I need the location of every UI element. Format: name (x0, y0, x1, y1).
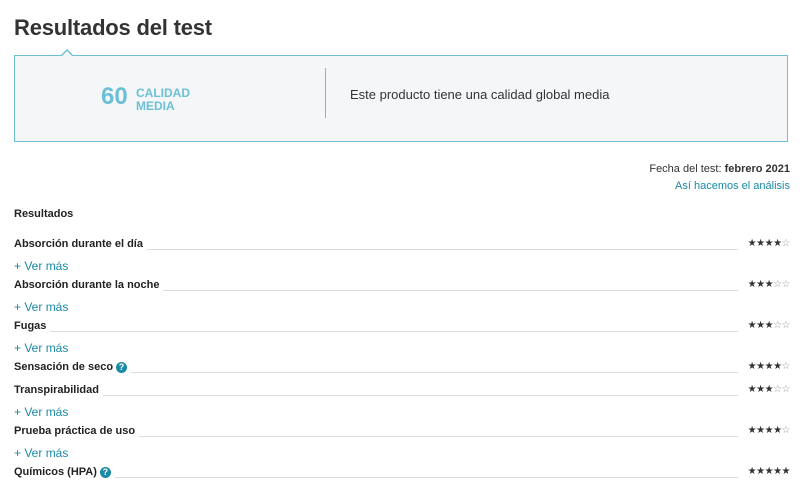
star-filled-icon: ★ (756, 238, 765, 249)
star-empty-icon: ☆ (781, 384, 791, 395)
star-filled-icon: ★ (773, 238, 782, 249)
star-filled-icon: ★ (747, 361, 757, 372)
page-title: Resultados del test (14, 15, 212, 40)
ver-mas-link[interactable]: + Ver más (14, 341, 68, 355)
result-row-rule (14, 477, 738, 478)
star-rating: ★★★☆☆ (747, 320, 791, 331)
result-row: Fugas ★★★☆☆ (14, 320, 791, 336)
star-filled-icon: ★ (764, 279, 774, 290)
star-filled-icon: ★ (747, 320, 757, 331)
ver-mas-link[interactable]: + Ver más (14, 300, 68, 314)
method-link[interactable]: Así hacemos el análisis (675, 180, 790, 192)
result-row: Transpirabilidad ★★★☆☆ (14, 384, 791, 400)
score-box: 60 CALIDAD MEDIA Este producto tiene una… (14, 49, 788, 142)
star-filled-icon: ★ (756, 320, 765, 331)
star-empty-icon: ☆ (773, 384, 782, 395)
test-date: Fecha del test: febrero 2021 (649, 163, 790, 175)
result-row-label: Prueba práctica de uso (14, 425, 140, 437)
result-label-text: Transpirabilidad (14, 384, 99, 396)
ver-mas-link[interactable]: + Ver más (14, 259, 68, 273)
result-row: Absorción durante el día ★★★★☆ (14, 238, 791, 254)
star-filled-icon: ★ (747, 425, 757, 436)
star-empty-icon: ☆ (781, 279, 791, 290)
score-label: CALIDAD MEDIA (136, 86, 190, 113)
result-label-text: Químicos (HPA) (14, 466, 97, 478)
score-divider (325, 68, 326, 118)
score-summary: Este producto tiene una calidad global m… (350, 87, 610, 102)
test-date-label: Fecha del test: (649, 163, 722, 175)
star-filled-icon: ★ (764, 320, 774, 331)
star-filled-icon: ★ (747, 279, 757, 290)
star-filled-icon: ★ (773, 361, 782, 372)
star-rating: ★★★★☆ (747, 238, 791, 249)
star-filled-icon: ★ (747, 238, 757, 249)
star-filled-icon: ★ (747, 384, 757, 395)
star-filled-icon: ★ (764, 466, 774, 477)
star-filled-icon: ★ (764, 361, 774, 372)
ver-mas-link[interactable]: + Ver más (14, 405, 68, 419)
star-filled-icon: ★ (756, 425, 765, 436)
results-heading: Resultados (14, 208, 74, 220)
result-label-text: Absorción durante la noche (14, 279, 160, 291)
result-row: Sensación de seco? ★★★★☆ (14, 361, 791, 377)
star-filled-icon: ★ (764, 425, 774, 436)
result-label-text: Prueba práctica de uso (14, 425, 136, 437)
result-row: Químicos (HPA)? ★★★★★ (14, 466, 791, 482)
result-row: Absorción durante la noche ★★★☆☆ (14, 279, 791, 295)
result-label-text: Fugas (14, 320, 47, 332)
result-row-label: Absorción durante el día (14, 238, 147, 250)
star-filled-icon: ★ (756, 279, 765, 290)
star-filled-icon: ★ (781, 466, 791, 477)
star-empty-icon: ☆ (773, 320, 782, 331)
result-row-label: Fugas (14, 320, 51, 332)
star-filled-icon: ★ (773, 466, 782, 477)
result-row-label: Absorción durante la noche (14, 279, 164, 291)
star-empty-icon: ☆ (781, 238, 791, 249)
test-date-value: febrero 2021 (724, 163, 790, 175)
result-row: Prueba práctica de uso ★★★★☆ (14, 425, 791, 441)
star-rating: ★★★★★ (747, 466, 791, 477)
star-empty-icon: ☆ (781, 361, 791, 372)
star-filled-icon: ★ (773, 425, 782, 436)
star-rating: ★★★☆☆ (747, 384, 791, 395)
star-empty-icon: ☆ (773, 279, 782, 290)
score-value: 60 (101, 83, 128, 110)
star-empty-icon: ☆ (781, 425, 791, 436)
result-row-rule (14, 395, 738, 396)
result-row-label: Sensación de seco? (14, 361, 132, 373)
star-rating: ★★★★☆ (747, 361, 791, 372)
result-label-text: Sensación de seco (14, 361, 114, 373)
help-icon[interactable]: ? (99, 467, 111, 478)
help-icon[interactable]: ? (116, 362, 128, 373)
star-rating: ★★★★☆ (747, 425, 791, 436)
star-filled-icon: ★ (747, 466, 757, 477)
ver-mas-link[interactable]: + Ver más (14, 446, 68, 460)
result-row-label: Químicos (HPA)? (14, 466, 115, 478)
result-row-rule (14, 331, 738, 332)
star-rating: ★★★☆☆ (747, 279, 791, 290)
result-label-text: Absorción durante el día (14, 238, 143, 250)
star-filled-icon: ★ (756, 361, 765, 372)
star-filled-icon: ★ (764, 384, 774, 395)
star-empty-icon: ☆ (781, 320, 791, 331)
result-row-label: Transpirabilidad (14, 384, 103, 396)
star-filled-icon: ★ (756, 466, 765, 477)
star-filled-icon: ★ (756, 384, 765, 395)
star-filled-icon: ★ (764, 238, 774, 249)
